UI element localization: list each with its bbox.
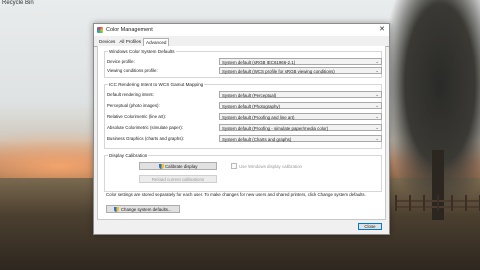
- default-intent-select[interactable]: System default (Perceptual) ⌄: [219, 91, 382, 98]
- chevron-down-icon: ⌄: [375, 92, 379, 97]
- advanced-panel: Windows Color System Defaults Device pro…: [97, 46, 386, 220]
- perceptual-select[interactable]: System default (Photography) ⌄: [219, 102, 382, 109]
- use-windows-calibration-option[interactable]: Use Windows display calibration: [231, 163, 302, 169]
- system-defaults-info: Color settings are stored separately for…: [106, 192, 366, 197]
- uac-shield-icon: [114, 206, 120, 212]
- relative-colorimetric-row: Relative Colorimetric (line art): System…: [105, 113, 382, 121]
- business-graphics-select[interactable]: System default (Charts and graphs) ⌄: [219, 135, 382, 142]
- wallpaper-fence: [395, 195, 480, 211]
- desktop-icon-label[interactable]: Recycle Bin: [2, 0, 34, 6]
- device-profile-value: System default (sRGB IEC61966-2.1): [222, 59, 296, 65]
- tab-devices[interactable]: Devices: [97, 38, 117, 46]
- viewing-conditions-row: Viewing conditions profile: System defau…: [105, 67, 382, 75]
- absolute-colorimetric-row: Absolute Colorimetric (simulate paper): …: [105, 124, 382, 132]
- business-graphics-label: Business Graphics (charts and graphs):: [107, 136, 185, 141]
- use-windows-calibration-label: Use Windows display calibration: [239, 163, 302, 169]
- reload-calibrations-label: Reload current calibrations: [151, 176, 205, 182]
- perceptual-label: Perceptual (photo images):: [107, 103, 160, 108]
- relative-colorimetric-label: Relative Colorimetric (line art):: [107, 114, 167, 119]
- close-button[interactable]: Close: [358, 223, 382, 230]
- reload-calibrations-button[interactable]: Reload current calibrations: [139, 175, 217, 183]
- chevron-down-icon: ⌄: [375, 68, 379, 73]
- perceptual-row: Perceptual (photo images): System defaul…: [105, 102, 382, 110]
- display-calibration-title: Display Calibration: [108, 153, 149, 158]
- absolute-colorimetric-value: System default (Proofing - simulate pape…: [222, 125, 329, 131]
- chevron-down-icon: ⌄: [375, 114, 379, 119]
- viewing-conditions-select[interactable]: System default (WCS profile for sRGB vie…: [219, 67, 382, 74]
- business-graphics-value: System default (Charts and graphs): [222, 136, 292, 142]
- chevron-down-icon: ⌄: [375, 59, 379, 64]
- tab-all-profiles[interactable]: All Profiles: [117, 38, 143, 46]
- relative-colorimetric-value: System default (Proofing and line art): [222, 114, 295, 120]
- wcs-defaults-title: Windows Color System Defaults: [108, 49, 176, 54]
- device-profile-row: Device profile: System default (sRGB IEC…: [105, 58, 382, 66]
- device-profile-select[interactable]: System default (sRGB IEC61966-2.1) ⌄: [219, 58, 382, 65]
- default-intent-label: Default rendering intent:: [107, 92, 154, 97]
- chevron-down-icon: ⌄: [375, 136, 379, 141]
- display-calibration-group: Display Calibration Calibrate display Re…: [104, 153, 382, 192]
- use-windows-calibration-checkbox[interactable]: [231, 163, 237, 169]
- color-management-dialog: Color Management ✕ Devices All Profiles …: [93, 23, 390, 235]
- calibrate-display-label: Calibrate display: [165, 163, 198, 169]
- relative-colorimetric-select[interactable]: System default (Proofing and line art) ⌄: [219, 113, 382, 120]
- change-system-defaults-label: Change system defaults...: [120, 206, 172, 212]
- default-intent-row: Default rendering intent: System default…: [105, 91, 382, 99]
- viewing-conditions-label: Viewing conditions profile:: [107, 68, 158, 73]
- calibrate-display-button[interactable]: Calibrate display: [139, 162, 217, 170]
- device-profile-label: Device profile:: [107, 59, 135, 64]
- default-intent-value: System default (Perceptual): [222, 92, 277, 98]
- icc-mapping-title: ICC Rendering Intent to WCS Gamut Mappin…: [108, 82, 205, 87]
- chevron-down-icon: ⌄: [375, 125, 379, 130]
- window-title: Color Management: [106, 27, 153, 33]
- absolute-colorimetric-select[interactable]: System default (Proofing - simulate pape…: [219, 124, 382, 131]
- wcs-defaults-group: Windows Color System Defaults Device pro…: [104, 49, 382, 78]
- title-bar[interactable]: Color Management ✕: [94, 24, 389, 36]
- chevron-down-icon: ⌄: [375, 103, 379, 108]
- change-system-defaults-button[interactable]: Change system defaults...: [106, 205, 180, 213]
- close-button-label: Close: [364, 224, 376, 229]
- icc-mapping-group: ICC Rendering Intent to WCS Gamut Mappin…: [104, 82, 382, 149]
- business-graphics-row: Business Graphics (charts and graphs): S…: [105, 135, 382, 143]
- perceptual-value: System default (Photography): [222, 103, 281, 109]
- color-management-icon: [97, 27, 103, 33]
- close-icon[interactable]: ✕: [379, 26, 385, 34]
- uac-shield-icon: [158, 163, 164, 169]
- absolute-colorimetric-label: Absolute Colorimetric (simulate paper):: [107, 125, 183, 130]
- viewing-conditions-value: System default (WCS profile for sRGB vie…: [222, 68, 335, 74]
